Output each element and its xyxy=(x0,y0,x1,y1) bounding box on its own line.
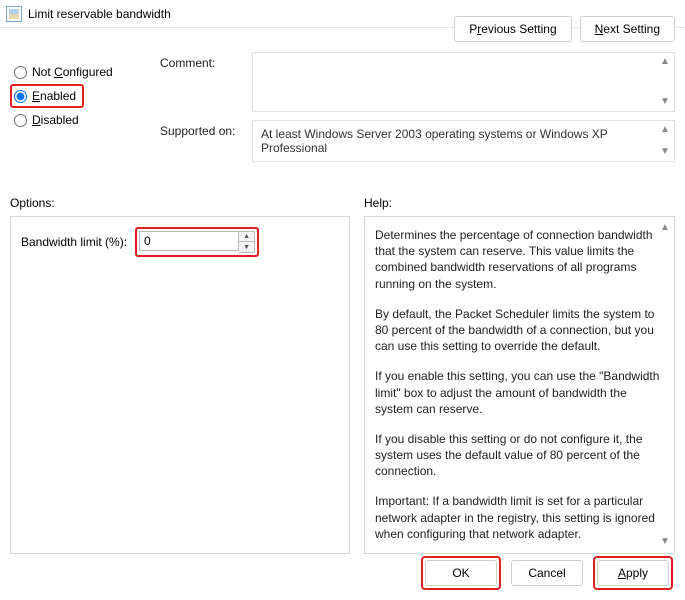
options-box: Bandwidth limit (%): ▲ ▼ xyxy=(10,216,350,554)
radio-enabled-input[interactable] xyxy=(14,90,27,103)
radio-disabled-input[interactable] xyxy=(14,114,27,127)
cancel-button[interactable]: Cancel xyxy=(511,560,583,586)
help-pane: Help: Determines the percentage of conne… xyxy=(364,196,675,554)
radio-not-configured[interactable]: Not Configured xyxy=(10,60,150,84)
radio-enabled[interactable]: Enabled xyxy=(14,89,76,103)
help-paragraph: Determines the percentage of connection … xyxy=(375,227,664,292)
comment-label: Comment: xyxy=(160,52,252,70)
apply-highlight: Apply xyxy=(593,556,673,590)
lower-section: Options: Bandwidth limit (%): ▲ ▼ Help: xyxy=(10,196,675,554)
help-box: Determines the percentage of connection … xyxy=(364,216,675,554)
supported-row: Supported on: At least Windows Server 20… xyxy=(160,120,675,162)
scroll-up-icon[interactable]: ▲ xyxy=(659,222,671,234)
options-header: Options: xyxy=(10,196,350,210)
state-radios: Not Configured Enabled Disabled xyxy=(10,52,150,170)
spinner-down-button[interactable]: ▼ xyxy=(239,242,254,252)
bandwidth-limit-input[interactable] xyxy=(139,231,239,251)
supported-label: Supported on: xyxy=(160,120,252,138)
fields-column: Comment: ▲ ▼ Supported on: At least Wind… xyxy=(160,52,675,170)
help-paragraph: If you enable this setting, you can use … xyxy=(375,368,664,417)
spinner-up-button[interactable]: ▲ xyxy=(239,232,254,242)
radio-not-configured-input[interactable] xyxy=(14,66,27,79)
scroll-down-icon[interactable]: ▼ xyxy=(659,146,671,158)
ok-highlight: OK xyxy=(421,556,501,590)
bandwidth-spinner: ▲ ▼ xyxy=(239,231,255,253)
next-setting-button[interactable]: Next Setting xyxy=(580,16,675,42)
comment-textarea[interactable]: ▲ ▼ xyxy=(252,52,675,112)
supported-value: At least Windows Server 2003 operating s… xyxy=(261,127,608,155)
enabled-highlight: Enabled xyxy=(10,84,84,108)
bandwidth-option-row: Bandwidth limit (%): ▲ ▼ xyxy=(21,227,339,257)
bandwidth-limit-label: Bandwidth limit (%): xyxy=(21,235,127,249)
radio-disabled[interactable]: Disabled xyxy=(10,108,150,132)
scroll-down-icon[interactable]: ▼ xyxy=(659,96,671,108)
help-header: Help: xyxy=(364,196,675,210)
options-pane: Options: Bandwidth limit (%): ▲ ▼ xyxy=(10,196,350,554)
comment-row: Comment: ▲ ▼ xyxy=(160,52,675,112)
radio-not-configured-label: Not Configured xyxy=(32,65,113,79)
scroll-up-icon[interactable]: ▲ xyxy=(659,56,671,68)
window-title: Limit reservable bandwidth xyxy=(28,7,171,21)
ok-button[interactable]: OK xyxy=(425,560,497,586)
help-paragraph: If you disable this setting or do not co… xyxy=(375,431,664,480)
nav-buttons: Previous Setting Next Setting xyxy=(454,16,675,42)
upper-section: Not Configured Enabled Disabled Comment:… xyxy=(10,52,675,170)
radio-disabled-label: Disabled xyxy=(32,113,79,127)
supported-text: At least Windows Server 2003 operating s… xyxy=(252,120,675,162)
apply-button[interactable]: Apply xyxy=(597,560,669,586)
scroll-up-icon[interactable]: ▲ xyxy=(659,124,671,136)
bandwidth-input-highlight: ▲ ▼ xyxy=(135,227,259,257)
dialog-buttons: OK Cancel Apply xyxy=(421,556,673,590)
previous-setting-button[interactable]: Previous Setting xyxy=(454,16,571,42)
policy-icon xyxy=(6,6,22,22)
help-paragraph: Important: If a bandwidth limit is set f… xyxy=(375,493,664,542)
policy-dialog: Limit reservable bandwidth Previous Sett… xyxy=(0,0,685,600)
radio-enabled-label: Enabled xyxy=(32,89,76,103)
scroll-down-icon[interactable]: ▼ xyxy=(659,536,671,548)
help-paragraph: By default, the Packet Scheduler limits … xyxy=(375,306,664,355)
